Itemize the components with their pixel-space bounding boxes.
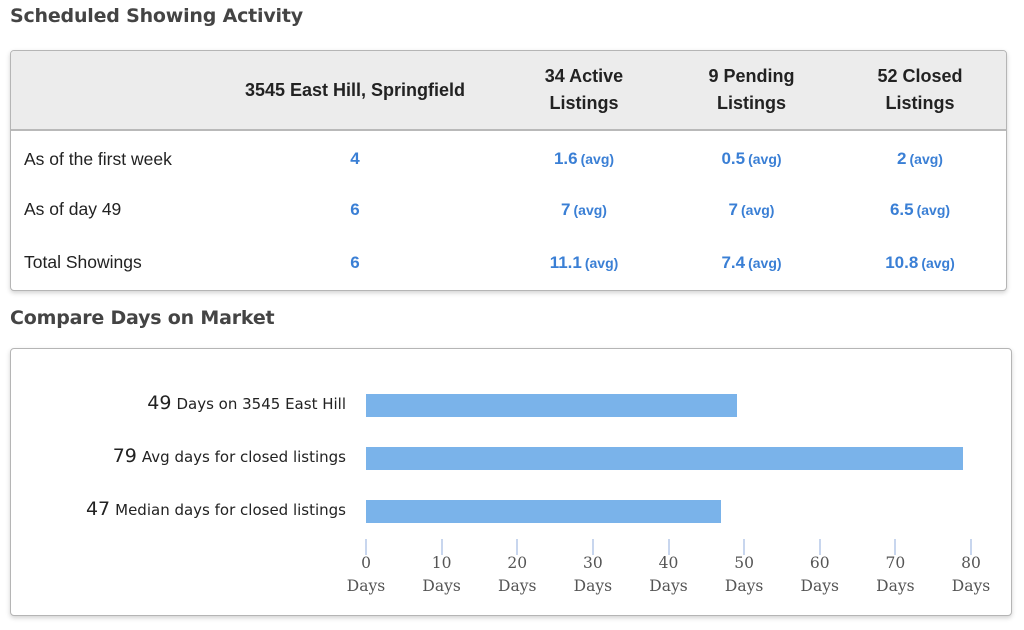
bar-category-label: Avg days for closed listings — [141, 448, 346, 466]
cell-property: 4 — [211, 130, 499, 183]
cell-active: 7 (avg) — [499, 183, 669, 236]
days-on-market-chart: 49 Days on 3545 East Hill 79 Avg days for c… — [11, 349, 1011, 615]
avg-suffix: (avg) — [916, 201, 951, 218]
x-tick-label: 30 Days — [563, 552, 623, 598]
x-tick-label: 60 Days — [790, 552, 850, 598]
x-tick-label: 70 Days — [865, 552, 925, 598]
row-label: Total Showings — [24, 252, 142, 272]
header-pending-text: 9 Pending Listings — [708, 66, 795, 113]
bar-value-label: 79 — [112, 445, 137, 467]
header-pending-listings: 9 Pending Listings — [669, 51, 834, 130]
avg-suffix: (avg) — [748, 254, 782, 271]
cell-value: 7.4 — [721, 252, 746, 272]
avg-suffix: (avg) — [748, 151, 782, 167]
bar-value-label: 49 — [147, 392, 172, 414]
x-tick-value: 30 — [583, 554, 603, 572]
cell-pending: 0.5 (avg) — [669, 130, 834, 183]
avg-suffix: (avg) — [584, 254, 619, 271]
avg-suffix: (avg) — [921, 254, 955, 271]
cell-closed: 10.8 (avg) — [834, 236, 1006, 289]
bar-label: 49 Days on 3545 East Hill — [147, 392, 346, 414]
row-label: As of the first week — [24, 148, 172, 169]
cell-value: 7 — [561, 199, 571, 219]
avg-suffix: (avg) — [909, 151, 943, 167]
x-tick-value: 0 — [361, 554, 371, 572]
x-tick-label: 20 Days — [487, 552, 547, 598]
cell-closed: 6.5 (avg) — [834, 183, 1006, 236]
cell-property: 6 — [211, 236, 499, 289]
x-tick-label: 0 Days — [336, 552, 396, 598]
x-tick-value: 80 — [961, 554, 981, 572]
x-tick-unit: Days — [951, 577, 991, 595]
x-tick-unit: Days — [724, 577, 764, 595]
section-title-showing-activity: Scheduled Showing Activity — [10, 5, 303, 27]
cell-pending: 7 (avg) — [669, 183, 834, 236]
bar-category-label: Days on 3545 East Hill — [176, 395, 346, 413]
x-tick-unit: Days — [573, 577, 613, 595]
table-header-row: 3545 East Hill, Springfield 34 Active Li… — [11, 51, 1006, 130]
bar — [366, 394, 737, 417]
cell-active: 11.1 (avg) — [499, 236, 669, 289]
header-active-text: 34 Active Listings — [544, 66, 624, 113]
section-title-days-on-market: Compare Days on Market — [10, 307, 275, 329]
cell-value: 11.1 — [549, 252, 582, 272]
bar — [366, 447, 964, 470]
cell-closed: 2 (avg) — [834, 130, 1006, 183]
bar-label: 79 Avg days for closed listings — [113, 445, 346, 467]
cell-pending: 7.4 (avg) — [669, 236, 834, 289]
cell-active: 1.6 (avg) — [499, 130, 669, 183]
x-tick-value: 50 — [734, 554, 754, 572]
avg-suffix: (avg) — [741, 201, 775, 218]
x-tick-unit: Days — [498, 577, 537, 595]
x-tick-label: 40 Days — [639, 552, 699, 598]
header-closed-text: 52 Closed Listings — [877, 66, 963, 113]
row-label: As of day 49 — [24, 199, 122, 219]
cell-value: 6 — [350, 252, 360, 272]
avg-suffix: (avg) — [573, 201, 607, 218]
avg-suffix: (avg) — [580, 151, 615, 167]
x-tick-unit: Days — [346, 577, 386, 595]
bar-category-label: Median days for closed listings — [115, 501, 346, 519]
cell-value: 1.6 — [553, 149, 578, 168]
x-tick-unit: Days — [649, 577, 688, 595]
cell-value: 2 — [897, 149, 907, 168]
cell-value: 7 — [728, 199, 738, 219]
x-tick-unit: Days — [800, 577, 839, 595]
bar — [366, 500, 722, 523]
x-tick-value: 60 — [809, 554, 830, 572]
header-property: 3545 East Hill, Springfield — [244, 79, 466, 100]
table-row: As of day 49 6 7 (avg) 7 (avg) 6.5 (avg) — [11, 183, 1006, 236]
x-tick-label: 50 Days — [714, 552, 774, 598]
x-tick-unit: Days — [876, 577, 915, 595]
header-label — [11, 51, 211, 130]
x-tick-value: 40 — [658, 554, 679, 572]
cell-value: 0.5 — [721, 149, 746, 168]
table-row: Total Showings 6 11.1 (avg) 7.4 (avg) 10.8 (avg… — [11, 236, 1006, 289]
x-tick-label: 10 Days — [412, 552, 472, 598]
x-tick-value: 10 — [431, 554, 452, 572]
table-row: As of the first week 4 1.6 (avg) 0.5 (avg) 2 (a… — [11, 130, 1006, 183]
bar-label: 47 Median days for closed listings — [86, 498, 346, 520]
cell-property: 6 — [211, 183, 499, 236]
header-active-listings: 34 Active Listings — [499, 51, 669, 130]
cell-value: 10.8 — [885, 252, 919, 272]
showing-activity-table: 3545 East Hill, Springfield 34 Active Li… — [11, 51, 1006, 289]
days-on-market-chart-card: 49 Days on 3545 East Hill 79 Avg days for c… — [10, 348, 1012, 616]
cell-value: 6 — [350, 199, 360, 219]
x-tick-value: 70 — [885, 554, 906, 572]
bar-value-label: 47 — [85, 498, 111, 520]
x-tick-unit: Days — [422, 577, 461, 595]
header-closed-listings: 52 Closed Listings — [834, 51, 1006, 130]
cell-value: 6.5 — [889, 199, 914, 219]
x-tick-label: 80 Days — [941, 552, 1001, 598]
x-tick-value: 20 — [507, 554, 528, 572]
cell-value: 4 — [350, 149, 360, 168]
showing-activity-table-card: 3545 East Hill, Springfield 34 Active Li… — [10, 50, 1007, 291]
